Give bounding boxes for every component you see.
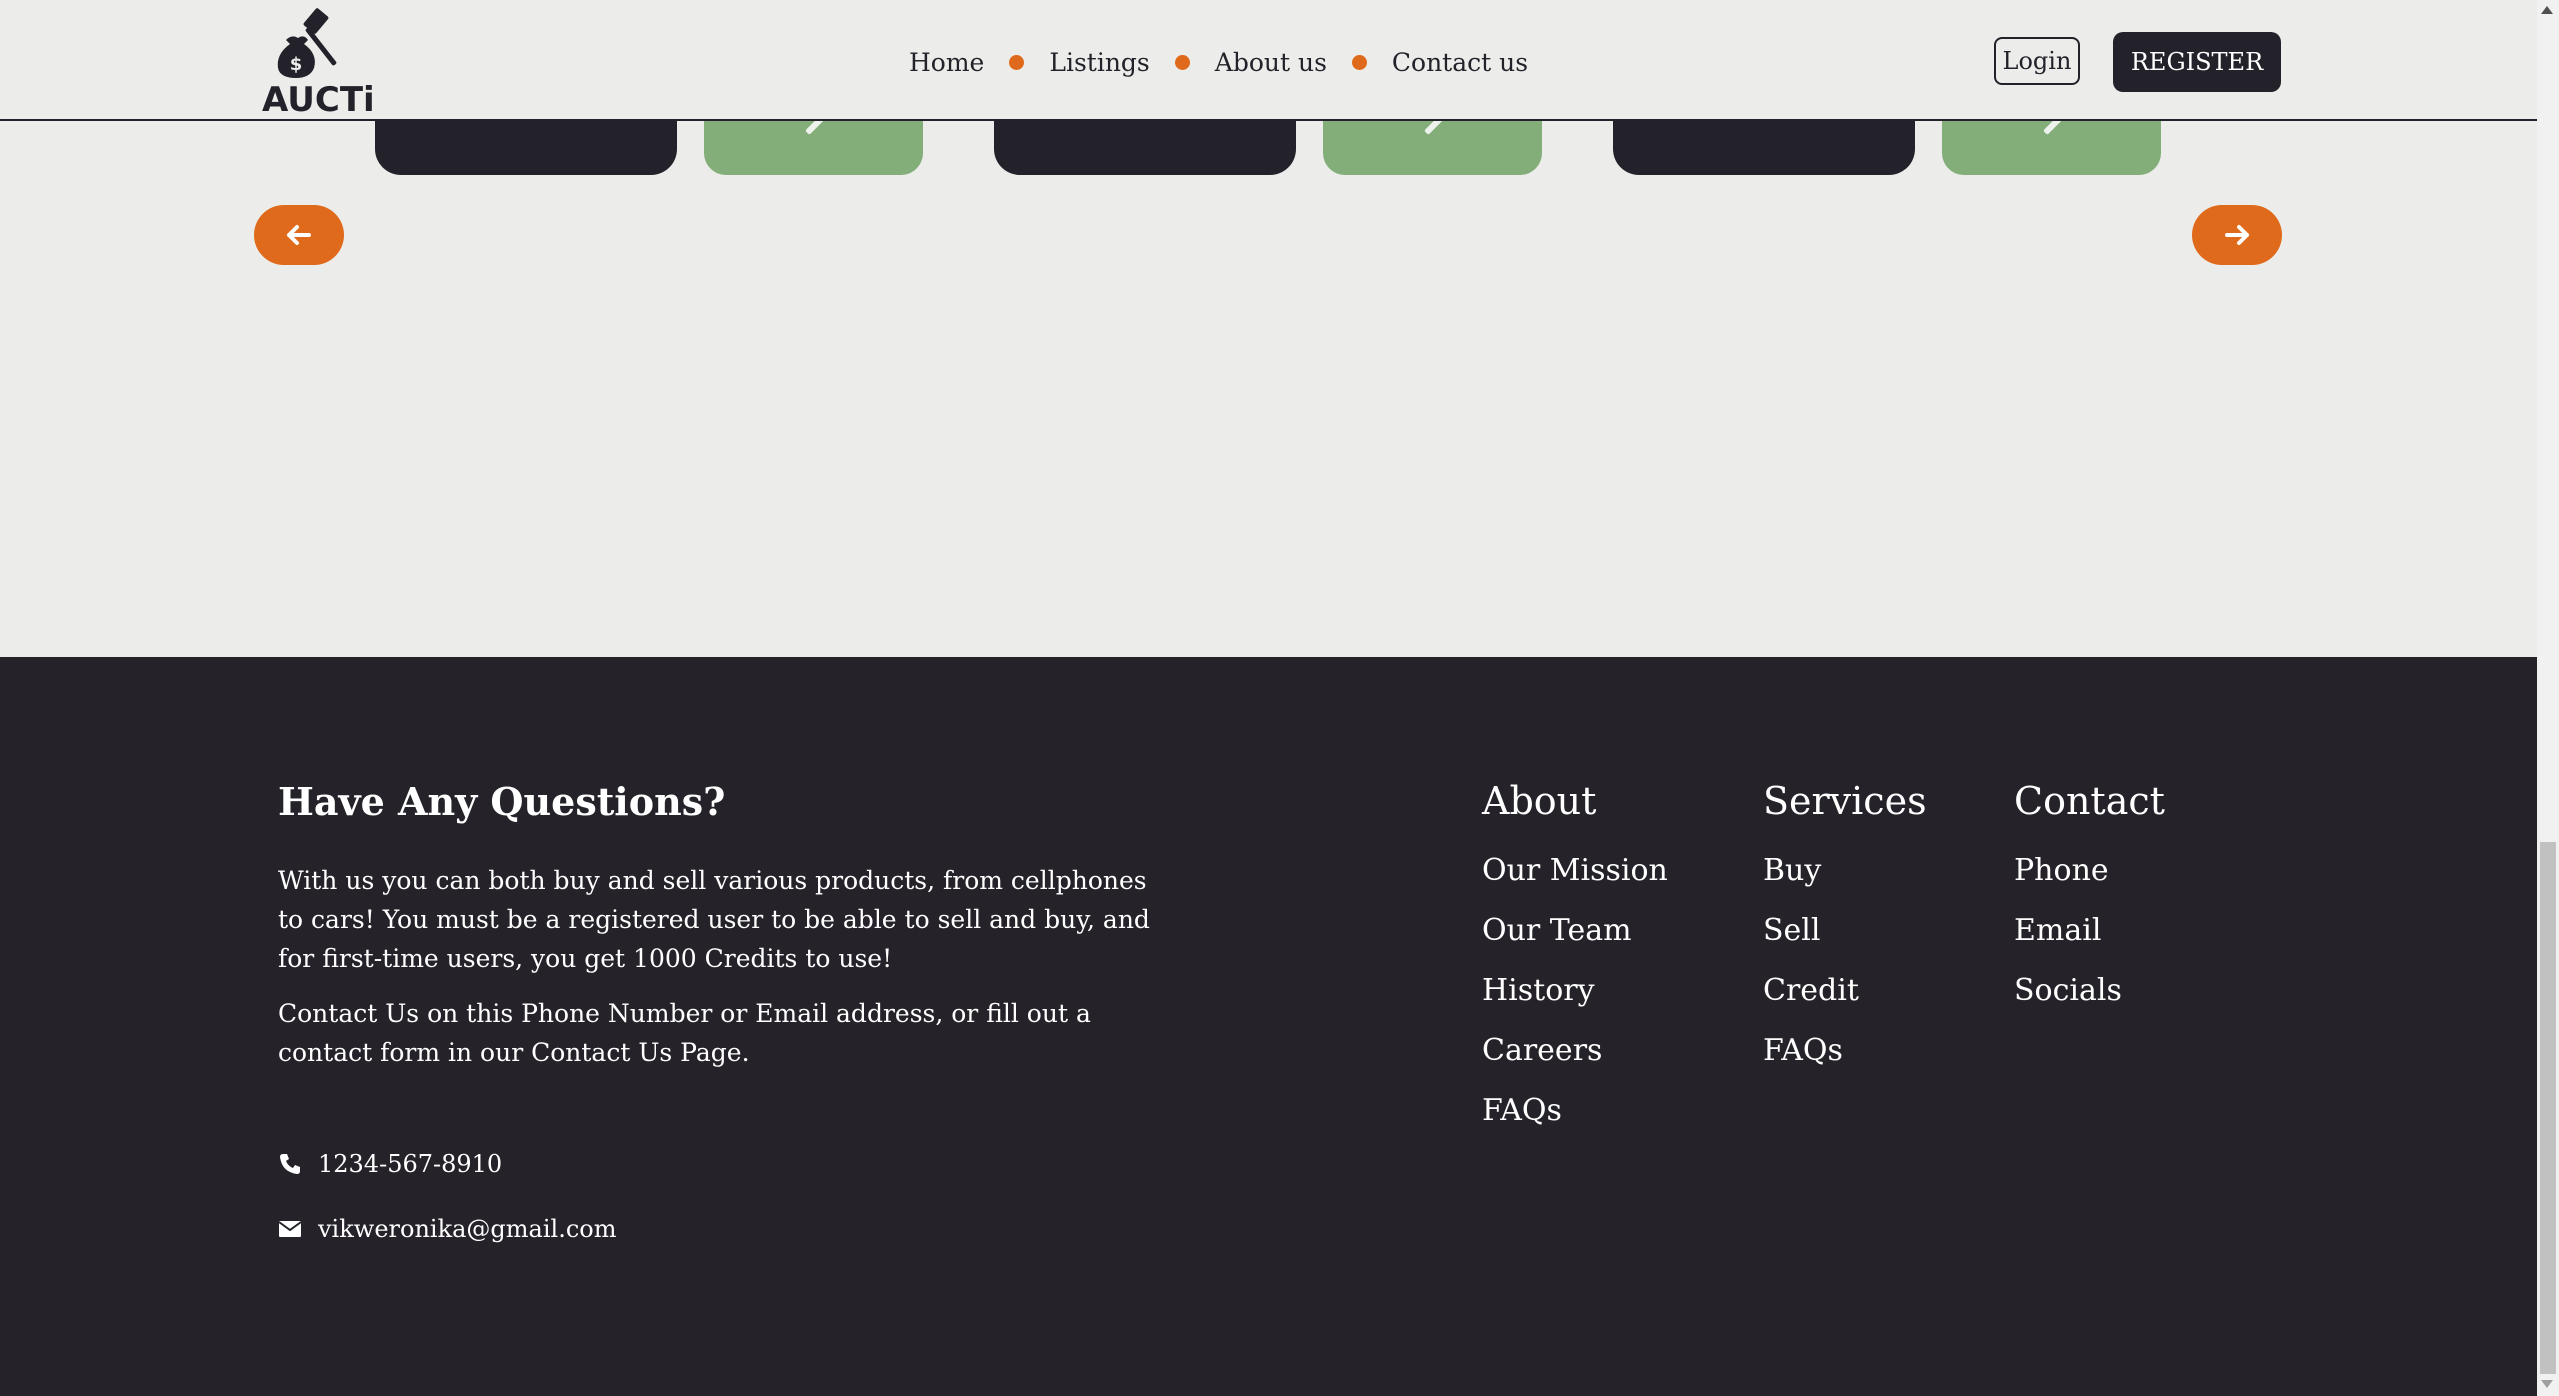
footer-link-buy[interactable]: Buy — [1763, 841, 1927, 901]
arrow-left-icon — [287, 225, 311, 245]
footer-link-our-team[interactable]: Our Team — [1482, 901, 1668, 961]
nav-contact-us[interactable]: Contact us — [1392, 48, 1528, 77]
arrow-right-icon — [2225, 225, 2249, 245]
scroll-up-arrow-icon[interactable] — [2541, 6, 2553, 14]
scrollbar-thumb[interactable] — [2540, 842, 2556, 1374]
footer-link-faqs[interactable]: FAQs — [1763, 1021, 1927, 1081]
logo[interactable]: $ AUCTi — [260, 6, 375, 120]
footer-link-history[interactable]: History — [1482, 961, 1668, 1021]
nav-listings[interactable]: Listings — [1049, 48, 1149, 77]
nav-separator-dot — [1351, 54, 1367, 70]
footer-column-title: Services — [1763, 779, 1927, 823]
svg-text:$: $ — [290, 54, 303, 75]
nav-about-us[interactable]: About us — [1215, 48, 1327, 77]
nav-separator-dot — [1174, 54, 1190, 70]
footer-link-phone[interactable]: Phone — [2014, 841, 2165, 901]
footer-link-sell[interactable]: Sell — [1763, 901, 1927, 961]
footer-contact-note: Contact Us on this Phone Number or Email… — [278, 999, 1091, 1067]
footer-column-contact: Contact Phone Email Socials — [2014, 779, 2165, 1021]
footer-column-services: Services Buy Sell Credit FAQs — [1763, 779, 1927, 1081]
footer-heading: Have Any Questions? — [278, 779, 726, 824]
scroll-down-arrow-icon[interactable] — [2541, 1380, 2553, 1388]
nav-separator-dot — [1009, 54, 1025, 70]
envelope-icon — [278, 1221, 302, 1237]
login-button[interactable]: Login — [1994, 37, 2080, 85]
footer-column-title: About — [1482, 779, 1597, 823]
nav-home[interactable]: Home — [909, 48, 984, 77]
site-footer: Have Any Questions? With us you can both… — [0, 657, 2537, 1396]
email-address: vikweronika@gmail.com — [318, 1215, 617, 1243]
footer-link-socials[interactable]: Socials — [2014, 961, 2165, 1021]
phone-icon — [280, 1154, 300, 1174]
gavel-moneybag-icon: $ — [277, 8, 337, 78]
footer-column-title: Contact — [2014, 779, 2165, 823]
footer-column-about: About Our Mission Our Team History Caree… — [1482, 779, 1668, 1141]
footer-description: With us you can both buy and sell variou… — [278, 866, 1150, 973]
carousel-next-button[interactable] — [2192, 205, 2282, 265]
phone-number: 1234-567-8910 — [318, 1150, 503, 1178]
main-nav: Home Listings About us Contact us — [909, 44, 1528, 80]
footer-email[interactable]: vikweronika@gmail.com — [278, 1215, 617, 1243]
footer-link-credit[interactable]: Credit — [1763, 961, 1927, 1021]
footer-link-our-mission[interactable]: Our Mission — [1482, 841, 1668, 901]
footer-link-careers[interactable]: Careers — [1482, 1021, 1668, 1081]
register-button[interactable]: REGISTER — [2113, 32, 2281, 92]
footer-phone[interactable]: 1234-567-8910 — [278, 1150, 502, 1178]
footer-link-faqs[interactable]: FAQs — [1482, 1081, 1668, 1141]
site-header: $ AUCTi Home Listings About us Contact u… — [0, 0, 2537, 121]
logo-text: AUCTi — [262, 80, 375, 120]
carousel-prev-button[interactable] — [254, 205, 344, 265]
footer-link-email[interactable]: Email — [2014, 901, 2165, 961]
